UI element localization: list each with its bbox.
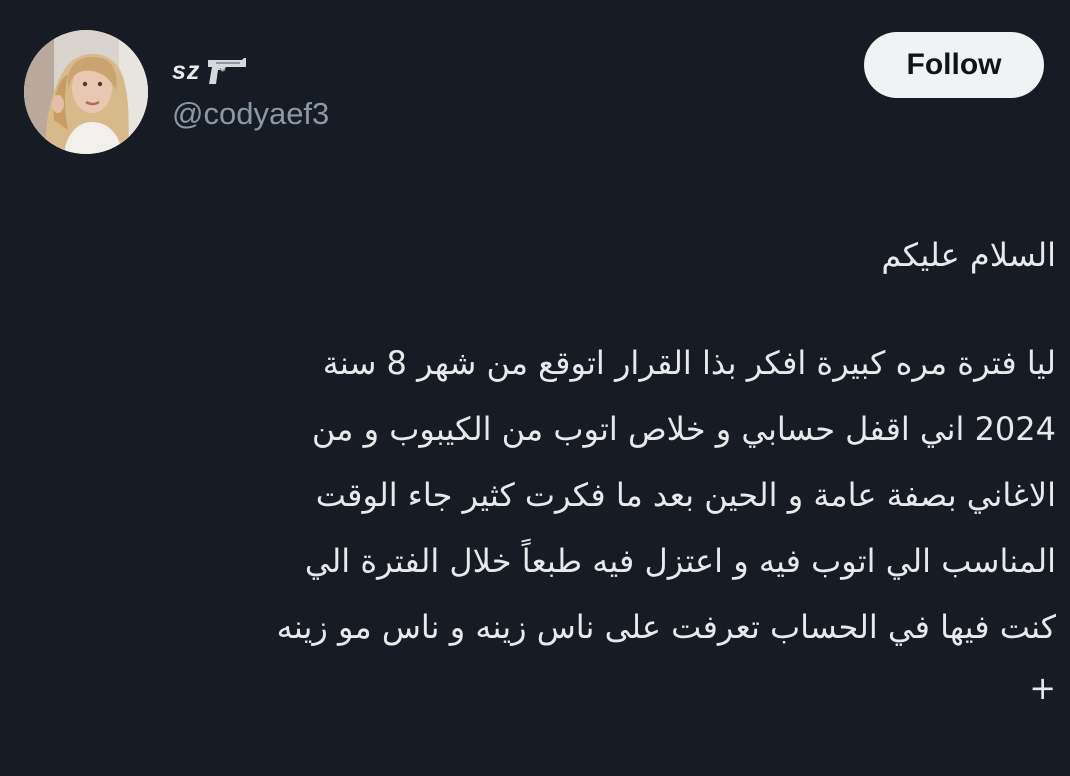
author-handle[interactable]: @codyaef3 xyxy=(172,96,329,132)
tweet-greeting: السلام عليكم xyxy=(881,236,1056,274)
pistol-icon xyxy=(206,56,248,86)
tweet-line: كنت فيها في الحساب تعرفت على ناس زينه و … xyxy=(276,608,1056,646)
tweet-line: الاغاني بصفة عامة و الحين بعد ما فكرت كث… xyxy=(315,476,1056,514)
tweet-line: المناسب الي اتوب فيه و اعتزل فيه طبعاً خ… xyxy=(304,542,1056,580)
author-name-row: sz xyxy=(172,54,248,88)
author-display-name[interactable]: sz xyxy=(172,57,200,86)
tweet-card: sz @codyaef3 Follow السلام عليكم ليا فتر… xyxy=(0,0,1070,776)
avatar-photo xyxy=(24,30,148,154)
continuation-marker: + xyxy=(1029,669,1056,707)
follow-button[interactable]: Follow xyxy=(864,32,1044,98)
tweet-line: ليا فترة مره كبيرة افكر بذا القرار اتوقع… xyxy=(322,344,1056,382)
tweet-text: السلام عليكم ليا فترة مره كبيرة افكر بذا… xyxy=(36,222,1056,716)
tweet-line: 2024 اني اقفل حسابي و خلاص اتوب من الكيب… xyxy=(311,410,1056,448)
avatar[interactable] xyxy=(24,30,148,154)
